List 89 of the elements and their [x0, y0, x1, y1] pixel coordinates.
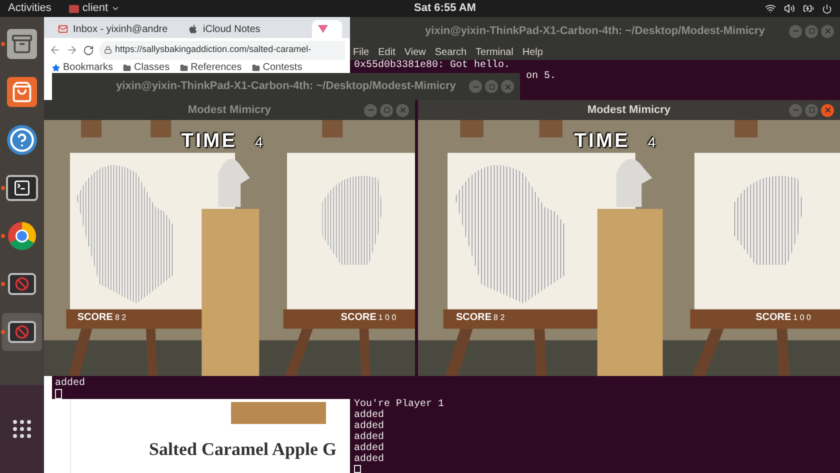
no-entry-icon — [8, 321, 36, 343]
menu-item[interactable]: File — [353, 45, 370, 60]
folder-icon — [180, 64, 188, 72]
minimize-button[interactable] — [364, 104, 377, 116]
close-button[interactable] — [396, 104, 409, 116]
terminal-line: added — [354, 454, 384, 465]
menu-item[interactable]: Edit — [378, 45, 396, 60]
app-grid-icon[interactable] — [10, 417, 34, 441]
menu-item[interactable]: Search — [434, 45, 467, 60]
dock-item[interactable] — [2, 313, 42, 351]
bookmark-item[interactable]: Bookmarks — [52, 63, 114, 73]
battery-icon[interactable] — [803, 3, 814, 14]
terminal-line: You're Player 1 — [354, 399, 444, 410]
no-entry-icon — [8, 273, 36, 295]
app-icon — [69, 4, 80, 12]
terminal-line: 0x55d0b3381e80: Got hello. — [354, 60, 512, 71]
terminal-line: added — [354, 443, 384, 454]
site-favicon-icon — [318, 24, 328, 34]
score-value: 1 0 0 — [793, 314, 811, 322]
maximize-button[interactable] — [805, 104, 818, 116]
terminal-line: added — [354, 421, 384, 432]
apple-icon — [188, 24, 198, 34]
wifi-icon[interactable] — [765, 3, 776, 14]
forward-button[interactable] — [66, 44, 78, 56]
menu-item[interactable]: View — [404, 45, 426, 60]
maximize-button[interactable] — [805, 24, 818, 38]
browser-logo-icon — [7, 221, 37, 251]
score-value: 1 0 0 — [378, 314, 396, 322]
mail-icon — [58, 24, 68, 34]
window-title: Modest Mimicry — [188, 102, 272, 118]
close-button[interactable] — [821, 24, 834, 38]
lock-icon — [104, 46, 112, 54]
menu-item[interactable]: Terminal — [476, 45, 514, 60]
clock[interactable]: Sat 6:55 AM — [414, 0, 476, 17]
terminal-line: on 5. — [525, 71, 558, 82]
maximize-icon — [384, 107, 390, 113]
score-label: SCORE — [77, 313, 113, 324]
folder-icon — [123, 64, 132, 72]
close-icon — [504, 82, 512, 90]
star-icon — [52, 64, 60, 72]
reload-button[interactable] — [83, 44, 94, 56]
window-title: Modest Mimicry — [587, 102, 671, 118]
time-value: 4 — [648, 133, 656, 152]
window-title: yixin@yixin-ThinkPad-X1-Carbon-4th: ~/Desktop/Modest-Mimicry — [425, 24, 765, 39]
close-icon — [398, 106, 406, 114]
minimize-button[interactable] — [789, 24, 802, 38]
window-title: yixin@yixin-ThinkPad-X1-Carbon-4th: ~/Desktop/Modest-Mimicry — [116, 79, 456, 94]
bookmark-item[interactable]: Classes — [123, 63, 170, 73]
help-icon — [7, 125, 37, 155]
close-button[interactable] — [821, 104, 834, 116]
bookmark-item[interactable]: References — [180, 63, 242, 73]
time-value: 4 — [255, 133, 263, 152]
terminal-cursor — [354, 465, 361, 473]
volume-icon[interactable] — [784, 3, 795, 14]
maximize-icon — [488, 84, 494, 90]
close-button[interactable] — [501, 80, 514, 93]
folder-icon — [252, 64, 260, 72]
terminal-line: added — [354, 432, 384, 443]
time-label: TIME — [574, 129, 630, 154]
minimize-button[interactable] — [789, 104, 802, 116]
terminal-cursor — [55, 389, 62, 399]
minimize-button[interactable] — [469, 80, 482, 93]
file-cabinet-icon — [7, 29, 37, 59]
terminal-icon — [6, 175, 38, 201]
score-value: 8 2 — [494, 314, 505, 322]
maximize-button[interactable] — [485, 80, 498, 93]
close-icon — [824, 27, 832, 35]
close-icon — [824, 106, 832, 114]
terminal-line: added — [354, 410, 384, 421]
score-label: SCORE — [456, 313, 492, 324]
shopping-bag-icon — [7, 77, 37, 107]
activities-button[interactable]: Activities — [0, 0, 60, 17]
bookmark-item[interactable]: Contests — [252, 63, 302, 73]
browser-tab[interactable] — [312, 20, 342, 38]
score-label: SCORE — [340, 313, 376, 324]
score-value: 8 2 — [114, 314, 126, 322]
recipe-heading: Salted Caramel Apple G — [149, 438, 336, 461]
address-field[interactable]: https://sallysbakingaddiction.com/salted-caramel- — [99, 40, 345, 60]
maximize-icon — [808, 28, 814, 34]
menu-item[interactable]: Help — [522, 45, 543, 60]
caret-icon — [111, 4, 120, 13]
terminal-line: added — [55, 378, 86, 389]
app-menu[interactable]: client — [59, 0, 130, 17]
maximize-icon — [808, 107, 814, 113]
time-label: TIME — [181, 129, 238, 154]
maximize-button[interactable] — [380, 104, 393, 116]
power-icon[interactable] — [822, 4, 832, 14]
back-button[interactable] — [49, 44, 61, 56]
score-label: SCORE — [756, 313, 792, 324]
